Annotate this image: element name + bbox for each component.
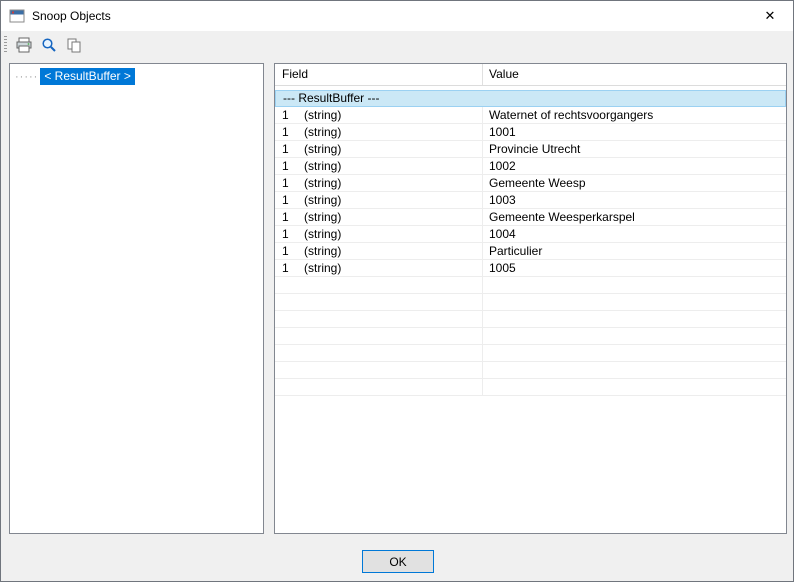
empty-row bbox=[275, 379, 786, 396]
field-cell: 1 (string) bbox=[275, 124, 483, 140]
table-row[interactable]: 1 (string) 1005 bbox=[275, 260, 786, 277]
field-type: (string) bbox=[304, 193, 342, 207]
empty-row bbox=[275, 311, 786, 328]
table-row[interactable]: 1 (string) 1002 bbox=[275, 158, 786, 175]
preview-magnifier-icon[interactable] bbox=[37, 34, 60, 56]
value-cell: Gemeente Weesperkarspel bbox=[489, 210, 635, 224]
field-type: (string) bbox=[304, 176, 342, 190]
empty-row bbox=[275, 277, 786, 294]
field-cell: 1 (string) bbox=[275, 226, 483, 242]
field-cell: 1 (string) bbox=[275, 260, 483, 276]
field-type: (string) bbox=[304, 210, 342, 224]
table-row[interactable]: 1 (string) 1004 bbox=[275, 226, 786, 243]
field-code: 1 bbox=[282, 261, 289, 275]
field-cell: 1 (string) bbox=[275, 243, 483, 259]
table-row[interactable]: 1 (string) 1003 bbox=[275, 192, 786, 209]
value-cell: 1004 bbox=[489, 227, 516, 241]
field-cell: 1 (string) bbox=[275, 158, 483, 174]
snoop-objects-dialog: Snoop Objects ✕ ····· < ResultBuffer > F… bbox=[0, 0, 794, 582]
table-row[interactable]: 1 (string) Provincie Utrecht bbox=[275, 141, 786, 158]
close-button[interactable]: ✕ bbox=[747, 1, 793, 31]
field-type: (string) bbox=[304, 261, 342, 275]
tree-connector: ····· bbox=[15, 70, 39, 83]
field-code: 1 bbox=[282, 227, 289, 241]
group-row-resultbuffer[interactable]: --- ResultBuffer --- bbox=[275, 90, 786, 107]
app-icon bbox=[9, 8, 25, 24]
grid-body: --- ResultBuffer --- 1 (string) Waternet … bbox=[275, 86, 786, 396]
field-type: (string) bbox=[304, 227, 342, 241]
field-code: 1 bbox=[282, 193, 289, 207]
ok-button[interactable]: OK bbox=[362, 550, 434, 573]
print-icon[interactable] bbox=[12, 34, 35, 56]
field-cell: 1 (string) bbox=[275, 192, 483, 208]
tree-panel[interactable]: ····· < ResultBuffer > bbox=[9, 63, 264, 534]
field-cell: 1 (string) bbox=[275, 141, 483, 157]
field-code: 1 bbox=[282, 176, 289, 190]
column-header-field[interactable]: Field bbox=[275, 64, 483, 85]
empty-row bbox=[275, 345, 786, 362]
column-header-value-label: Value bbox=[489, 67, 519, 81]
field-code: 1 bbox=[282, 125, 289, 139]
toolbar-grip bbox=[4, 35, 7, 54]
table-row[interactable]: 1 (string) Waternet of rechtsvoorgangers bbox=[275, 107, 786, 124]
empty-row bbox=[275, 294, 786, 311]
column-header-field-label: Field bbox=[282, 67, 309, 81]
value-cell: Particulier bbox=[489, 244, 543, 258]
window-title: Snoop Objects bbox=[32, 9, 111, 23]
value-cell: 1002 bbox=[489, 159, 516, 173]
value-cell: Gemeente Weesp bbox=[489, 176, 586, 190]
field-code: 1 bbox=[282, 108, 289, 122]
field-cell: 1 (string) bbox=[275, 175, 483, 191]
table-row[interactable]: 1 (string) 1001 bbox=[275, 124, 786, 141]
empty-row bbox=[275, 362, 786, 379]
empty-row bbox=[275, 328, 786, 345]
field-code: 1 bbox=[282, 244, 289, 258]
copy-icon[interactable] bbox=[62, 34, 85, 56]
field-type: (string) bbox=[304, 244, 342, 258]
field-type: (string) bbox=[304, 108, 342, 122]
table-row[interactable]: 1 (string) Gemeente Weesperkarspel bbox=[275, 209, 786, 226]
column-header-value[interactable]: Value bbox=[483, 64, 786, 85]
value-cell: 1005 bbox=[489, 261, 516, 275]
field-code: 1 bbox=[282, 159, 289, 173]
value-cell: Provincie Utrecht bbox=[489, 142, 581, 156]
tree-node-label[interactable]: < ResultBuffer > bbox=[40, 68, 135, 85]
value-cell: Waternet of rechtsvoorgangers bbox=[489, 108, 654, 122]
grid-header: Field Value bbox=[275, 64, 786, 86]
table-row[interactable]: 1 (string) Particulier bbox=[275, 243, 786, 260]
value-cell: 1003 bbox=[489, 193, 516, 207]
value-grid: Field Value --- ResultBuffer --- 1 (strin… bbox=[274, 63, 787, 534]
field-code: 1 bbox=[282, 210, 289, 224]
titlebar: Snoop Objects ✕ bbox=[1, 1, 793, 31]
value-cell: 1001 bbox=[489, 125, 516, 139]
toolbar bbox=[1, 31, 793, 58]
field-type: (string) bbox=[304, 159, 342, 173]
field-type: (string) bbox=[304, 125, 342, 139]
group-row-label: --- ResultBuffer --- bbox=[283, 91, 380, 105]
table-row[interactable]: 1 (string) Gemeente Weesp bbox=[275, 175, 786, 192]
field-type: (string) bbox=[304, 142, 342, 156]
tree-node-resultbuffer[interactable]: ····· < ResultBuffer > bbox=[15, 68, 263, 85]
field-cell: 1 (string) bbox=[275, 209, 483, 225]
field-cell: 1 (string) bbox=[275, 107, 483, 123]
field-code: 1 bbox=[282, 142, 289, 156]
